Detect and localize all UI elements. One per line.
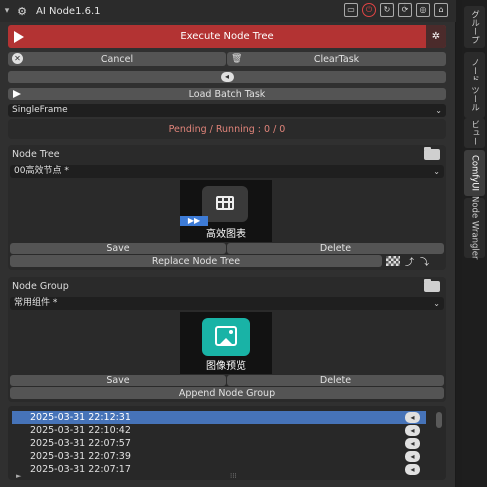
- node-group-value: 常用组件 *: [14, 298, 58, 308]
- node-group-actions: Save Delete: [10, 375, 444, 386]
- list-item[interactable]: 2025-03-31 22:07:39 ◂: [12, 450, 426, 463]
- node-tree-select[interactable]: 00高效节点 * ⌄: [10, 165, 444, 178]
- list-item[interactable]: 2025-03-31 22:07:57 ◂: [12, 437, 426, 450]
- cancel-label: Cancel: [100, 53, 134, 65]
- panel-header[interactable]: ▾ ⚙ AI Node1.6.1 ⋮⋮⋮⋮ ▭ ⏻ ↻ ⟳ ◎ ⌂: [0, 0, 456, 22]
- node-tree-save-button[interactable]: Save: [10, 243, 226, 254]
- execute-node-tree-button[interactable]: Execute Node Tree ✲: [8, 25, 446, 48]
- cancel-circle-icon[interactable]: ◂: [405, 412, 420, 423]
- append-row: Append Node Group: [10, 387, 444, 399]
- load-batch-label: Load Batch Task: [188, 88, 266, 100]
- expand-arrow-icon[interactable]: ►: [16, 472, 21, 480]
- sidebar-tabs: グループ ノード ツール ビュー ComfyUI Node Wrangler: [462, 0, 487, 487]
- header-icon-group: ▭ ⏻ ↻ ⟳ ◎ ⌂: [344, 3, 448, 17]
- table-icon: [202, 186, 248, 222]
- execute-label: Execute Node Tree: [180, 31, 274, 42]
- tab-group[interactable]: グループ: [464, 6, 485, 48]
- refresh-icon[interactable]: ↻: [380, 3, 394, 17]
- replace-node-tree-button[interactable]: Replace Node Tree: [10, 255, 382, 267]
- ai-node-panel: ▾ ⚙ AI Node1.6.1 ⋮⋮⋮⋮ ▭ ⏻ ↻ ⟳ ◎ ⌂ Execut…: [0, 0, 456, 487]
- list-item[interactable]: 2025-03-31 22:10:42 ◂: [12, 424, 426, 437]
- tab-tool[interactable]: ツール: [464, 80, 485, 118]
- list-item-label: 2025-03-31 22:07:39: [30, 451, 131, 462]
- node-tree-preview[interactable]: ▶▶ 高效图表: [180, 180, 272, 242]
- clear-label: ClearTask: [313, 53, 360, 65]
- node-tree-delete-button[interactable]: Delete: [227, 243, 444, 254]
- node-group-section: Node Group 常用组件 * ⌄ 图像预览 Save Delete App…: [8, 277, 446, 402]
- blender-ui: ▾ ⚙ AI Node1.6.1 ⋮⋮⋮⋮ ▭ ⏻ ↻ ⟳ ◎ ⌂ Execut…: [0, 0, 487, 487]
- load-batch-task-button[interactable]: Load Batch Task: [8, 88, 446, 100]
- node-group-preview[interactable]: 图像预览: [180, 312, 272, 374]
- panel-title: AI Node1.6.1: [36, 5, 101, 17]
- checker-icon[interactable]: [386, 256, 400, 266]
- mode-value: SingleFrame: [12, 105, 68, 115]
- cancel-circle-icon[interactable]: ◂: [405, 425, 420, 436]
- collapse-chevron-icon[interactable]: ▾: [0, 6, 14, 16]
- arrow-left-icon: ◂: [220, 72, 234, 82]
- replace-row: Replace Node Tree ⤴ ⤵: [10, 255, 444, 268]
- load-batch-row: Load Batch Task: [8, 88, 446, 100]
- power-icon[interactable]: ⏻: [362, 3, 376, 17]
- node-group-delete-button[interactable]: Delete: [227, 375, 444, 386]
- settings-icon[interactable]: ✲: [426, 25, 446, 48]
- cancel-circle-icon[interactable]: ◂: [405, 451, 420, 462]
- append-node-group-button[interactable]: Append Node Group: [10, 387, 444, 399]
- toggle-row: ◂: [8, 71, 446, 83]
- gear-icon: ⚙: [17, 4, 27, 18]
- tab-comfyui[interactable]: ComfyUI: [464, 150, 485, 196]
- chevron-down-icon: ⌄: [433, 167, 440, 176]
- task-history-list[interactable]: 2025-03-31 22:12:31 ◂ 2025-03-31 22:10:4…: [8, 406, 446, 480]
- tab-view[interactable]: ビュー: [464, 118, 485, 148]
- clear-task-button[interactable]: 🗑 ClearTask: [227, 52, 446, 66]
- node-tree-header: Node Tree: [12, 149, 60, 160]
- cancel-button[interactable]: ✕ Cancel: [8, 52, 226, 66]
- list-item-label: 2025-03-31 22:07:17: [30, 464, 131, 475]
- play-icon: [14, 31, 24, 43]
- list-item[interactable]: 2025-03-31 22:12:31 ◂: [12, 411, 426, 424]
- node-tree-preview-label: 高效图表: [206, 229, 246, 240]
- node-group-header: Node Group: [12, 281, 69, 292]
- trash-icon: 🗑: [231, 54, 243, 64]
- sync-icon[interactable]: ⟳: [398, 3, 412, 17]
- screen-icon[interactable]: ▭: [344, 3, 358, 17]
- toggle-button[interactable]: ◂: [8, 71, 446, 83]
- mode-select[interactable]: SingleFrame ⌄: [8, 104, 446, 117]
- folder-icon[interactable]: [424, 279, 440, 292]
- cancel-circle-icon[interactable]: ◂: [405, 464, 420, 475]
- list-scrollbar[interactable]: [436, 412, 442, 428]
- list-item-label: 2025-03-31 22:10:42: [30, 425, 131, 436]
- node-group-save-button[interactable]: Save: [10, 375, 226, 386]
- tab-node-wrangler[interactable]: Node Wrangler: [464, 196, 485, 260]
- node-tree-section: Node Tree 00高效节点 * ⌄ ▶▶ 高效图表 Save Delete: [8, 145, 446, 270]
- resize-handle-icon[interactable]: ⁞⁞⁞: [230, 472, 237, 480]
- status-section: Pending / Running : 0 / 0: [8, 119, 446, 139]
- home-icon[interactable]: ⌂: [434, 3, 448, 17]
- globe-icon[interactable]: ◎: [416, 3, 430, 17]
- image-import-icon[interactable]: ⤵: [420, 255, 429, 268]
- node-group-select[interactable]: 常用组件 * ⌄: [10, 297, 444, 310]
- cancel-circle-icon[interactable]: ◂: [405, 438, 420, 449]
- image-icon: [202, 318, 250, 356]
- chevron-down-icon: ⌄: [435, 106, 442, 115]
- play-icon: [13, 90, 21, 98]
- node-tree-actions: Save Delete: [10, 243, 444, 254]
- node-tree-value: 00高效节点 *: [14, 166, 69, 176]
- cancel-clear-row: ✕ Cancel 🗑 ClearTask: [8, 52, 446, 66]
- image-export-icon[interactable]: ⤴: [405, 255, 414, 268]
- chevron-down-icon: ⌄: [433, 299, 440, 308]
- folder-icon[interactable]: [424, 147, 440, 160]
- list-item[interactable]: 2025-03-31 22:07:17 ◂: [12, 463, 426, 476]
- cancel-icon: ✕: [12, 53, 23, 64]
- list-item-label: 2025-03-31 22:12:31: [30, 412, 131, 423]
- status-text: Pending / Running : 0 / 0: [168, 124, 286, 135]
- list-item-label: 2025-03-31 22:07:57: [30, 438, 131, 449]
- node-group-preview-label: 图像预览: [206, 361, 246, 372]
